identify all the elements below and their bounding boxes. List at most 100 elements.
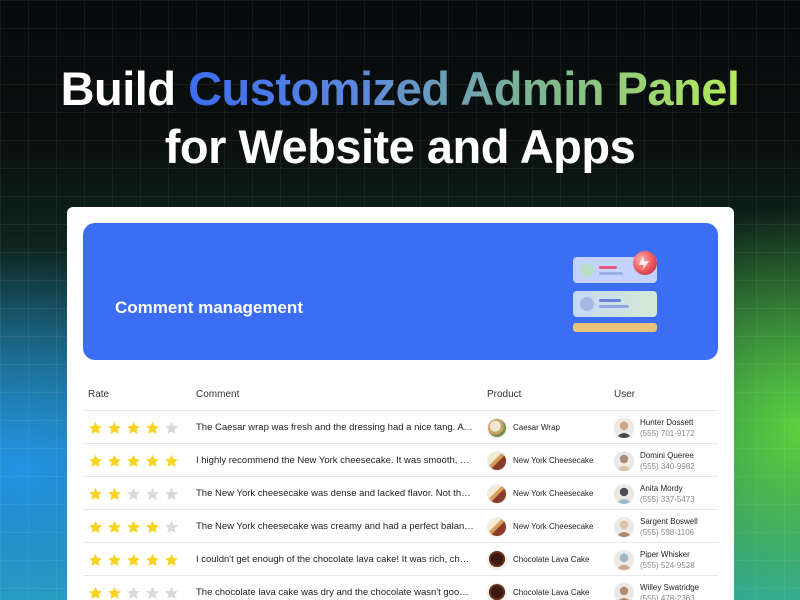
star-filled-icon [89, 421, 102, 434]
user-name: Hunter Dossett [640, 417, 694, 427]
column-header-product[interactable]: Product [487, 389, 521, 400]
headline-gradient-text: Customized Admin Panel [188, 62, 740, 115]
star-empty-icon [127, 487, 140, 500]
comment-cell: The Caesar wrap was fresh and the dressi… [196, 411, 474, 444]
user-name: Sargent Boswell [640, 516, 698, 526]
star-filled-icon [108, 553, 121, 566]
comment-cards-illustration-icon [573, 251, 657, 332]
star-filled-icon [89, 487, 102, 500]
table-row[interactable]: The New York cheesecake was creamy and h… [83, 510, 718, 543]
user-avatar-icon [614, 483, 634, 504]
star-filled-icon [89, 553, 102, 566]
product-name: Caesar Wrap [513, 423, 560, 432]
star-filled-icon [108, 421, 121, 434]
avatar [614, 516, 634, 537]
column-header-user[interactable]: User [614, 389, 635, 400]
table-row[interactable]: The Caesar wrap was fresh and the dressi… [83, 411, 718, 444]
product-thumbnail-icon [487, 582, 507, 600]
table-row[interactable]: The chocolate lava cake was dry and the … [83, 576, 718, 600]
star-filled-icon [165, 454, 178, 467]
user-cell: Hunter Dossett (555) 701-9172 [614, 411, 718, 444]
product-thumbnail-icon [487, 549, 507, 570]
user-phone: (555) 337-5473 [640, 494, 695, 504]
user-info: Willey Swatridge (555) 478-2363 [640, 582, 699, 600]
rating-cell [88, 477, 188, 510]
product-thumbnail-icon [487, 516, 507, 537]
comment-cell: The New York cheesecake was creamy and h… [196, 510, 474, 543]
table-row[interactable]: The New York cheesecake was dense and la… [83, 477, 718, 510]
rating-cell [88, 411, 188, 444]
user-avatar-icon [614, 549, 634, 570]
star-empty-icon [165, 421, 178, 434]
comment-text: The New York cheesecake was creamy and h… [196, 521, 474, 532]
product-cell: Chocolate Lava Cake [487, 576, 609, 600]
user-cell: Piper Whisker (555) 524-9528 [614, 543, 718, 576]
star-rating [88, 586, 179, 600]
headline: Build Customized Admin Panel for Website… [0, 60, 800, 176]
column-header-rate[interactable]: Rate [88, 389, 109, 400]
star-empty-icon [165, 520, 178, 533]
table-header: Rate Comment Product User [83, 385, 718, 411]
avatar [614, 582, 634, 600]
user-phone: (555) 478-2363 [640, 593, 695, 600]
user-name: Piper Whisker [640, 549, 690, 559]
product-thumbnail-icon [487, 483, 507, 504]
comment-cell: I couldn't get enough of the chocolate l… [196, 543, 474, 576]
user-phone: (555) 524-9528 [640, 560, 695, 570]
product-cell: New York Cheesecake [487, 444, 609, 477]
rating-cell [88, 543, 188, 576]
avatar [614, 450, 634, 471]
product-cell: New York Cheesecake [487, 477, 609, 510]
user-name: Willey Swatridge [640, 582, 700, 592]
star-filled-icon [146, 421, 159, 434]
star-rating [88, 454, 179, 468]
comment-cell: The New York cheesecake was dense and la… [196, 477, 474, 510]
comment-cell: I highly recommend the New York cheeseca… [196, 444, 474, 477]
avatar [614, 483, 634, 504]
rating-cell [88, 444, 188, 477]
user-phone: (555) 340-9982 [640, 461, 695, 471]
user-info: Sargent Boswell (555) 598-1106 [640, 516, 698, 538]
star-empty-icon [165, 487, 178, 500]
column-header-comment[interactable]: Comment [196, 389, 239, 400]
user-avatar-icon [614, 516, 634, 537]
user-cell: Anita Mordy (555) 337-5473 [614, 477, 718, 510]
comment-text: The chocolate lava cake was dry and the … [196, 587, 474, 598]
user-phone: (555) 701-9172 [640, 428, 695, 438]
star-filled-icon [108, 586, 121, 599]
product-cell: New York Cheesecake [487, 510, 609, 543]
star-filled-icon [146, 553, 159, 566]
star-rating [88, 421, 179, 435]
table-row[interactable]: I highly recommend the New York cheeseca… [83, 444, 718, 477]
avatar [614, 417, 634, 438]
headline-plain-text: Build [60, 62, 176, 115]
product-name: New York Cheesecake [513, 456, 594, 465]
table-row[interactable]: I couldn't get enough of the chocolate l… [83, 543, 718, 576]
star-empty-icon [146, 586, 159, 599]
star-filled-icon [108, 454, 121, 467]
comment-table-body: The Caesar wrap was fresh and the dressi… [83, 411, 718, 600]
banner-title: Comment management [115, 298, 303, 317]
product-name: New York Cheesecake [513, 489, 594, 498]
user-cell: Sargent Boswell (555) 598-1106 [614, 510, 718, 543]
rating-cell [88, 576, 188, 600]
user-info: Piper Whisker (555) 524-9528 [640, 549, 695, 571]
star-filled-icon [89, 520, 102, 533]
headline-line-2: for Website and Apps [164, 120, 636, 173]
comment-cell: The chocolate lava cake was dry and the … [196, 576, 474, 600]
user-info: Domini Queree (555) 340-9982 [640, 450, 695, 472]
product-thumbnail-icon [487, 450, 507, 471]
admin-panel-card: Comment management Rate Comment Product … [67, 207, 734, 600]
star-filled-icon [146, 520, 159, 533]
star-filled-icon [89, 586, 102, 599]
user-avatar-icon [614, 582, 634, 600]
product-name: Chocolate Lava Cake [513, 588, 590, 597]
avatar [614, 549, 634, 570]
product-name: Chocolate Lava Cake [513, 555, 590, 564]
user-name: Domini Queree [640, 450, 694, 460]
star-filled-icon [127, 421, 140, 434]
star-empty-icon [146, 487, 159, 500]
headline-line-1: Build Customized Admin Panel [0, 60, 800, 118]
star-filled-icon [127, 520, 140, 533]
user-cell: Willey Swatridge (555) 478-2363 [614, 576, 718, 600]
